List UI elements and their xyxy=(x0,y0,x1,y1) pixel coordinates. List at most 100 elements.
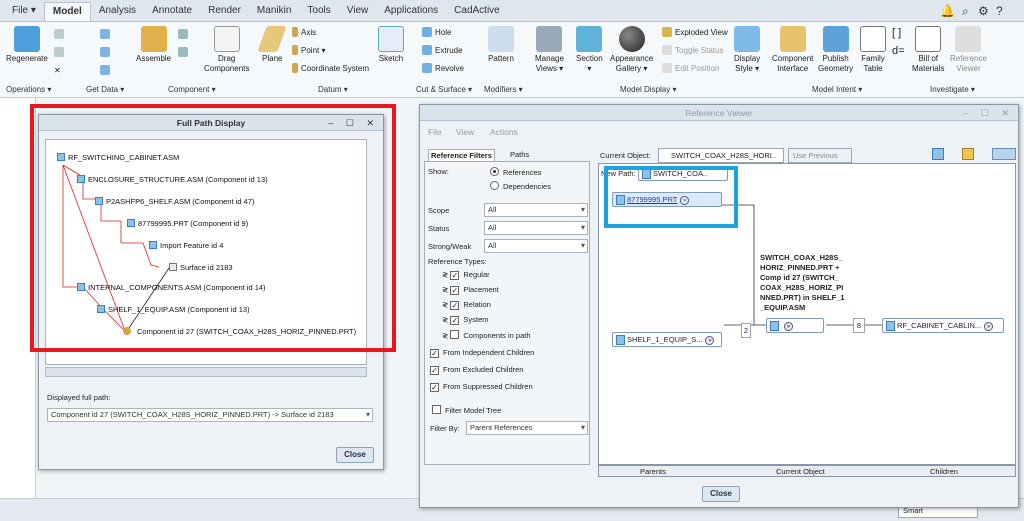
bracket-icon[interactable]: [ ] xyxy=(892,26,901,40)
toggle-status-icon xyxy=(662,45,672,55)
axis-button[interactable]: Axis xyxy=(292,26,316,40)
reference-count-badge: 2 xyxy=(741,323,751,338)
group-model-intent[interactable]: Model Intent ▾ xyxy=(812,83,862,97)
group-component[interactable]: Component ▾ xyxy=(168,83,216,97)
group-cut-surface[interactable]: Cut & Surface ▾ xyxy=(416,83,472,97)
delete-icon[interactable]: ✕ xyxy=(54,64,61,78)
coordinate-system-button[interactable]: Coordinate System xyxy=(292,62,369,76)
exploded-view-button[interactable]: Exploded View xyxy=(662,26,728,40)
component-icon-2[interactable] xyxy=(178,46,191,60)
current-object-node[interactable]: » xyxy=(766,318,824,333)
toggle-status-button[interactable]: Toggle Status xyxy=(662,44,723,58)
assemble-button[interactable]: Assemble xyxy=(136,26,171,64)
drag-components-button[interactable]: Drag Components xyxy=(204,26,249,74)
edit-position-button[interactable]: Edit Position xyxy=(662,62,719,76)
display-style-icon xyxy=(734,26,761,52)
get-data-icon-3[interactable] xyxy=(100,64,113,78)
children-column-header: Children xyxy=(930,467,958,476)
expand-icon[interactable]: » xyxy=(784,322,793,331)
publish-geometry-icon xyxy=(822,26,849,52)
pattern-icon xyxy=(488,26,514,52)
help-icon[interactable]: ? xyxy=(996,4,1003,18)
family-table-icon xyxy=(860,26,886,52)
regenerate-button[interactable]: Regenerate xyxy=(6,26,48,64)
hand-icon xyxy=(213,26,240,52)
tab-cadactive[interactable]: CadActive xyxy=(446,2,508,21)
children-count-badge: 8 xyxy=(853,318,865,333)
pattern-button[interactable]: Pattern xyxy=(488,26,514,64)
tab-analysis[interactable]: Analysis xyxy=(91,2,144,21)
ribbon-tab-bar: File ▾ Model Analysis Annotate Render Ma… xyxy=(0,0,1024,22)
appearance-sphere-icon xyxy=(618,26,645,52)
exploded-view-icon xyxy=(662,27,672,37)
tab-tools[interactable]: Tools xyxy=(299,2,338,21)
expand-icon[interactable]: » xyxy=(984,322,994,331)
displayed-path-label: Displayed full path: xyxy=(47,393,111,402)
settings-icon[interactable]: ⚙ xyxy=(978,4,989,18)
section-icon xyxy=(576,26,603,52)
tab-manikin[interactable]: Manikin xyxy=(249,2,299,21)
search-icon[interactable]: ⌕ xyxy=(962,4,969,19)
publish-geometry-button[interactable]: Publish Geometry xyxy=(818,26,853,74)
edit-position-icon xyxy=(662,63,672,73)
displayed-path-select[interactable]: Component id 27 (SWITCH_COAX_H28S_HORIZ_… xyxy=(47,408,373,422)
close-button[interactable]: Close xyxy=(336,447,374,463)
get-data-icon-2[interactable] xyxy=(100,46,113,60)
group-modifiers[interactable]: Modifiers ▾ xyxy=(484,83,523,97)
sketch-icon xyxy=(378,26,404,52)
rf-cabinet-chip[interactable]: RF_CABINET_CABLIN...» xyxy=(882,318,1004,333)
group-investigate[interactable]: Investigate ▾ xyxy=(930,83,975,97)
extrude-icon xyxy=(422,45,432,55)
hole-icon xyxy=(422,27,432,37)
tab-applications[interactable]: Applications xyxy=(376,2,446,21)
component-interface-icon xyxy=(779,26,806,52)
relations-icon[interactable]: d= xyxy=(892,44,905,58)
component-icon-1[interactable] xyxy=(178,28,191,42)
appearance-gallery-button[interactable]: Appearance Gallery ▾ xyxy=(610,26,653,74)
bill-of-materials-icon xyxy=(915,26,942,52)
close-button[interactable]: Close xyxy=(702,486,740,502)
point-button[interactable]: Point ▾ xyxy=(292,44,325,58)
extrude-button[interactable]: Extrude xyxy=(422,44,463,58)
copy-icon[interactable] xyxy=(54,28,67,42)
parents-column-header: Parents xyxy=(640,467,666,476)
paste-icon[interactable] xyxy=(54,46,67,60)
tab-view[interactable]: View xyxy=(339,2,377,21)
bill-of-materials-button[interactable]: Bill of Materials xyxy=(912,26,944,74)
axis-icon xyxy=(292,27,298,37)
get-data-icon-1[interactable] xyxy=(100,28,113,42)
reference-viewer-button[interactable]: Reference Viewer xyxy=(950,26,987,74)
tab-annotate[interactable]: Annotate xyxy=(144,2,200,21)
plane-button[interactable]: Plane xyxy=(257,26,287,64)
group-get-data[interactable]: Get Data ▾ xyxy=(86,83,124,97)
section-button[interactable]: Section ▾ xyxy=(576,26,603,74)
highlight-box-blue xyxy=(604,166,738,228)
display-style-button[interactable]: Display Style ▾ xyxy=(734,26,760,74)
manage-views-icon xyxy=(536,26,563,52)
family-table-button[interactable]: Family Table xyxy=(860,26,886,74)
sketch-button[interactable]: Sketch xyxy=(378,26,404,64)
point-icon xyxy=(292,45,298,55)
revolve-icon xyxy=(422,63,432,73)
current-object-column-header: Current Object xyxy=(776,467,825,476)
bell-icon[interactable]: 🔔 xyxy=(940,4,955,18)
highlight-box-red xyxy=(30,104,396,352)
revolve-button[interactable]: Revolve xyxy=(422,62,464,76)
manage-views-button[interactable]: Manage Views ▾ xyxy=(535,26,564,74)
shelf-equip-chip[interactable]: SHELF_1_EQUIP_S...» xyxy=(612,332,722,347)
tab-file[interactable]: File ▾ xyxy=(4,2,44,21)
reference-tooltip: SWITCH_COAX_H28S_ HORIZ_PINNED.PRT + Com… xyxy=(760,253,845,312)
group-operations[interactable]: Operations ▾ xyxy=(6,83,51,97)
tab-model[interactable]: Model xyxy=(43,2,91,21)
regenerate-icon xyxy=(13,26,40,52)
plane-icon xyxy=(257,26,287,52)
reference-viewer-icon xyxy=(955,26,982,52)
assemble-icon xyxy=(140,26,167,52)
expand-icon[interactable]: » xyxy=(705,336,715,345)
hole-button[interactable]: Hole xyxy=(422,26,451,40)
component-interface-button[interactable]: Component Interface xyxy=(772,26,813,74)
group-model-display[interactable]: Model Display ▾ xyxy=(620,83,676,97)
horizontal-scrollbar[interactable] xyxy=(45,367,367,377)
group-datum[interactable]: Datum ▾ xyxy=(318,83,348,97)
tab-render[interactable]: Render xyxy=(200,2,249,21)
